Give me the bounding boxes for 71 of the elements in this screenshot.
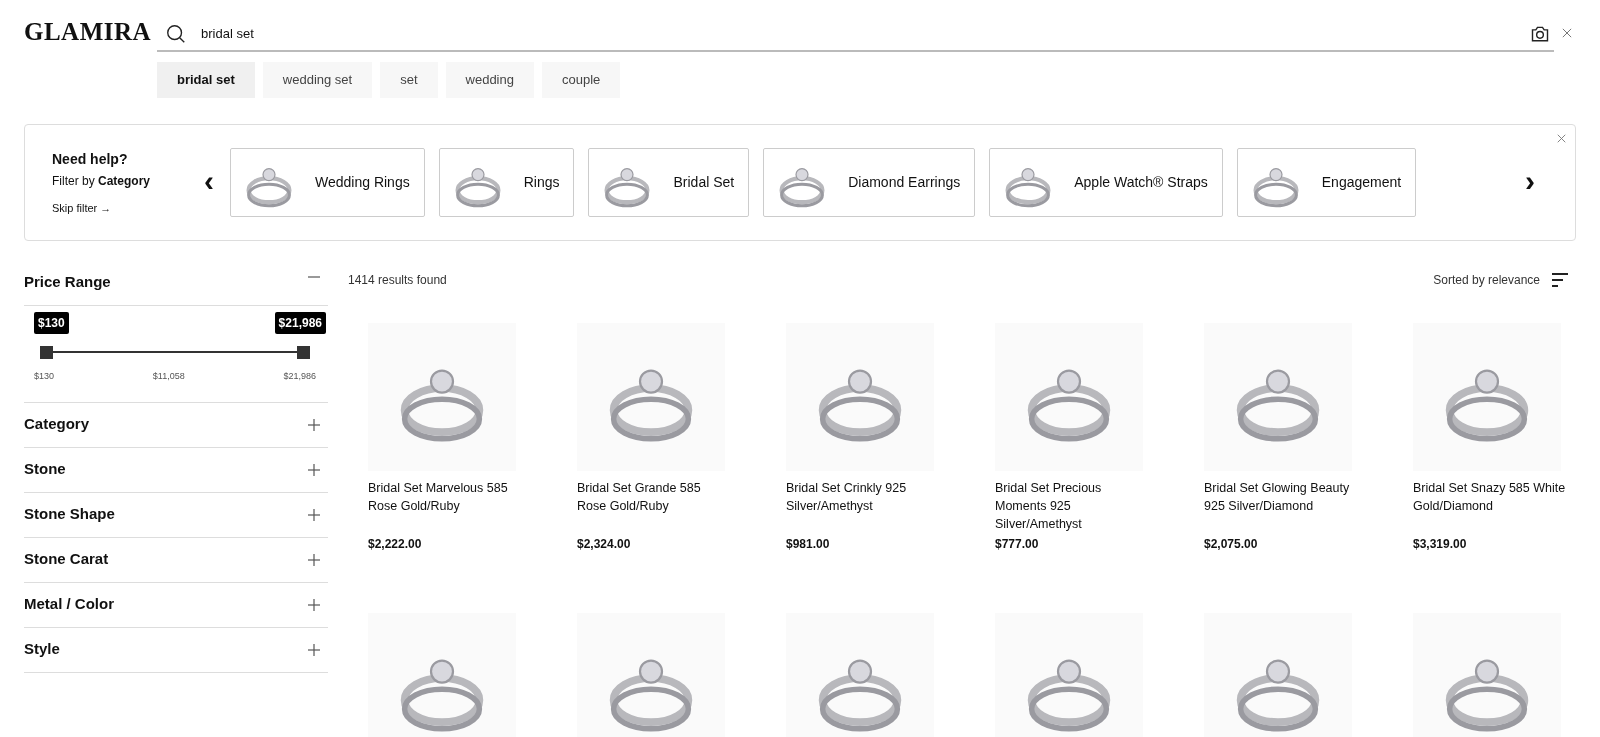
product-photo[interactable] — [995, 323, 1143, 471]
suggestion-chip[interactable]: wedding set — [262, 62, 373, 98]
product-photo[interactable] — [577, 323, 725, 471]
product-name[interactable]: Bridal Set Grande 585 Rose Gold/Ruby — [577, 479, 732, 533]
product-photo[interactable] — [368, 323, 516, 471]
search-field[interactable]: bridal set — [157, 18, 1554, 52]
slider-track[interactable] — [40, 346, 310, 359]
product-price: $2,075.00 — [1204, 536, 1259, 553]
suggestion-chip[interactable]: wedding — [445, 62, 534, 98]
logo[interactable]: GLAMIRA — [24, 18, 157, 46]
slider-thumb[interactable] — [297, 346, 310, 359]
product-price: $3,319.00 — [1413, 536, 1468, 553]
scale-label: $11,058 — [152, 370, 185, 383]
help-subtitle: Filter by Category — [52, 172, 152, 190]
filter-header[interactable]: Stone — [24, 447, 328, 492]
suggestion-chip[interactable]: bridal set — [157, 62, 255, 98]
product-photo[interactable] — [1413, 323, 1561, 471]
filter-header[interactable]: Price Range — [24, 267, 328, 305]
product-photo[interactable] — [1413, 613, 1561, 737]
suggestion-chip[interactable]: couple — [541, 62, 621, 98]
product-name[interactable]: Bridal Set Precious Moments 925 Silver/Amethyst — [995, 479, 1150, 533]
product-photo[interactable] — [1204, 613, 1352, 737]
close-icon[interactable] — [1557, 134, 1566, 143]
product-price: $2,324.00 — [577, 536, 632, 553]
search-input[interactable]: bridal set — [201, 24, 1516, 44]
sort-icon[interactable] — [1552, 273, 1568, 287]
suggestion-chip[interactable]: set — [380, 62, 438, 98]
close-icon[interactable] — [1562, 28, 1572, 38]
product-photo[interactable] — [368, 613, 516, 737]
product-name[interactable]: Bridal Set Snazy 585 White Gold/Diamond — [1413, 479, 1568, 533]
category-card[interactable]: Rings — [438, 148, 575, 217]
plus-icon[interactable] — [308, 463, 320, 476]
product-photo[interactable] — [786, 613, 934, 737]
skip-filter-link[interactable]: Skip filter → — [52, 199, 194, 217]
product-photo[interactable] — [786, 323, 934, 471]
price-tag: $130 — [34, 312, 69, 334]
slider-thumb[interactable] — [40, 346, 53, 359]
product-name[interactable]: Bridal Set Crinkly 925 Silver/Amethyst — [786, 479, 941, 533]
product-photo[interactable] — [577, 613, 725, 737]
results-count: 1414 results found — [348, 272, 447, 289]
product-name[interactable]: Bridal Set Glowing Beauty 925 Silver/Diamond — [1204, 479, 1359, 533]
scale-label: $130 — [34, 370, 55, 383]
filter-header[interactable]: Stone Carat — [24, 537, 328, 582]
product-price: $777.00 — [995, 536, 1040, 553]
filter-header[interactable]: Style — [24, 627, 328, 672]
category-card[interactable]: Bridal Set — [588, 148, 750, 217]
scale-label: $21,986 — [283, 370, 316, 383]
plus-icon[interactable] — [308, 598, 320, 611]
next-button[interactable]: › — [1515, 165, 1545, 200]
category-card[interactable]: Diamond Earrings — [763, 148, 976, 217]
price-tag: $21,986 — [274, 312, 326, 334]
category-card[interactable]: Engagement — [1236, 148, 1417, 217]
plus-icon[interactable] — [308, 553, 320, 566]
plus-icon[interactable] — [308, 643, 320, 656]
category-card[interactable]: Wedding Rings — [230, 148, 425, 217]
product-name[interactable]: Bridal Set Marvelous 585 Rose Gold/Ruby — [368, 479, 523, 533]
product-photo[interactable] — [995, 613, 1143, 737]
search-icon — [165, 23, 187, 45]
previous-button[interactable]: ‹ — [194, 165, 224, 200]
filter-header[interactable]: Category — [24, 402, 328, 447]
product-price: $981.00 — [786, 536, 831, 553]
camera-icon[interactable] — [1530, 24, 1550, 44]
filter-header[interactable]: Metal / Color — [24, 582, 328, 627]
filter-header[interactable]: Stone Shape — [24, 492, 328, 537]
sort-button[interactable]: Sorted by relevance — [1433, 271, 1568, 289]
plus-icon[interactable] — [308, 418, 320, 431]
help-title: Need help? — [52, 149, 129, 169]
category-card[interactable]: Apple Watch® Straps — [989, 148, 1223, 217]
product-price: $2,222.00 — [368, 536, 423, 553]
plus-icon[interactable] — [308, 508, 320, 521]
product-photo[interactable] — [1204, 323, 1352, 471]
